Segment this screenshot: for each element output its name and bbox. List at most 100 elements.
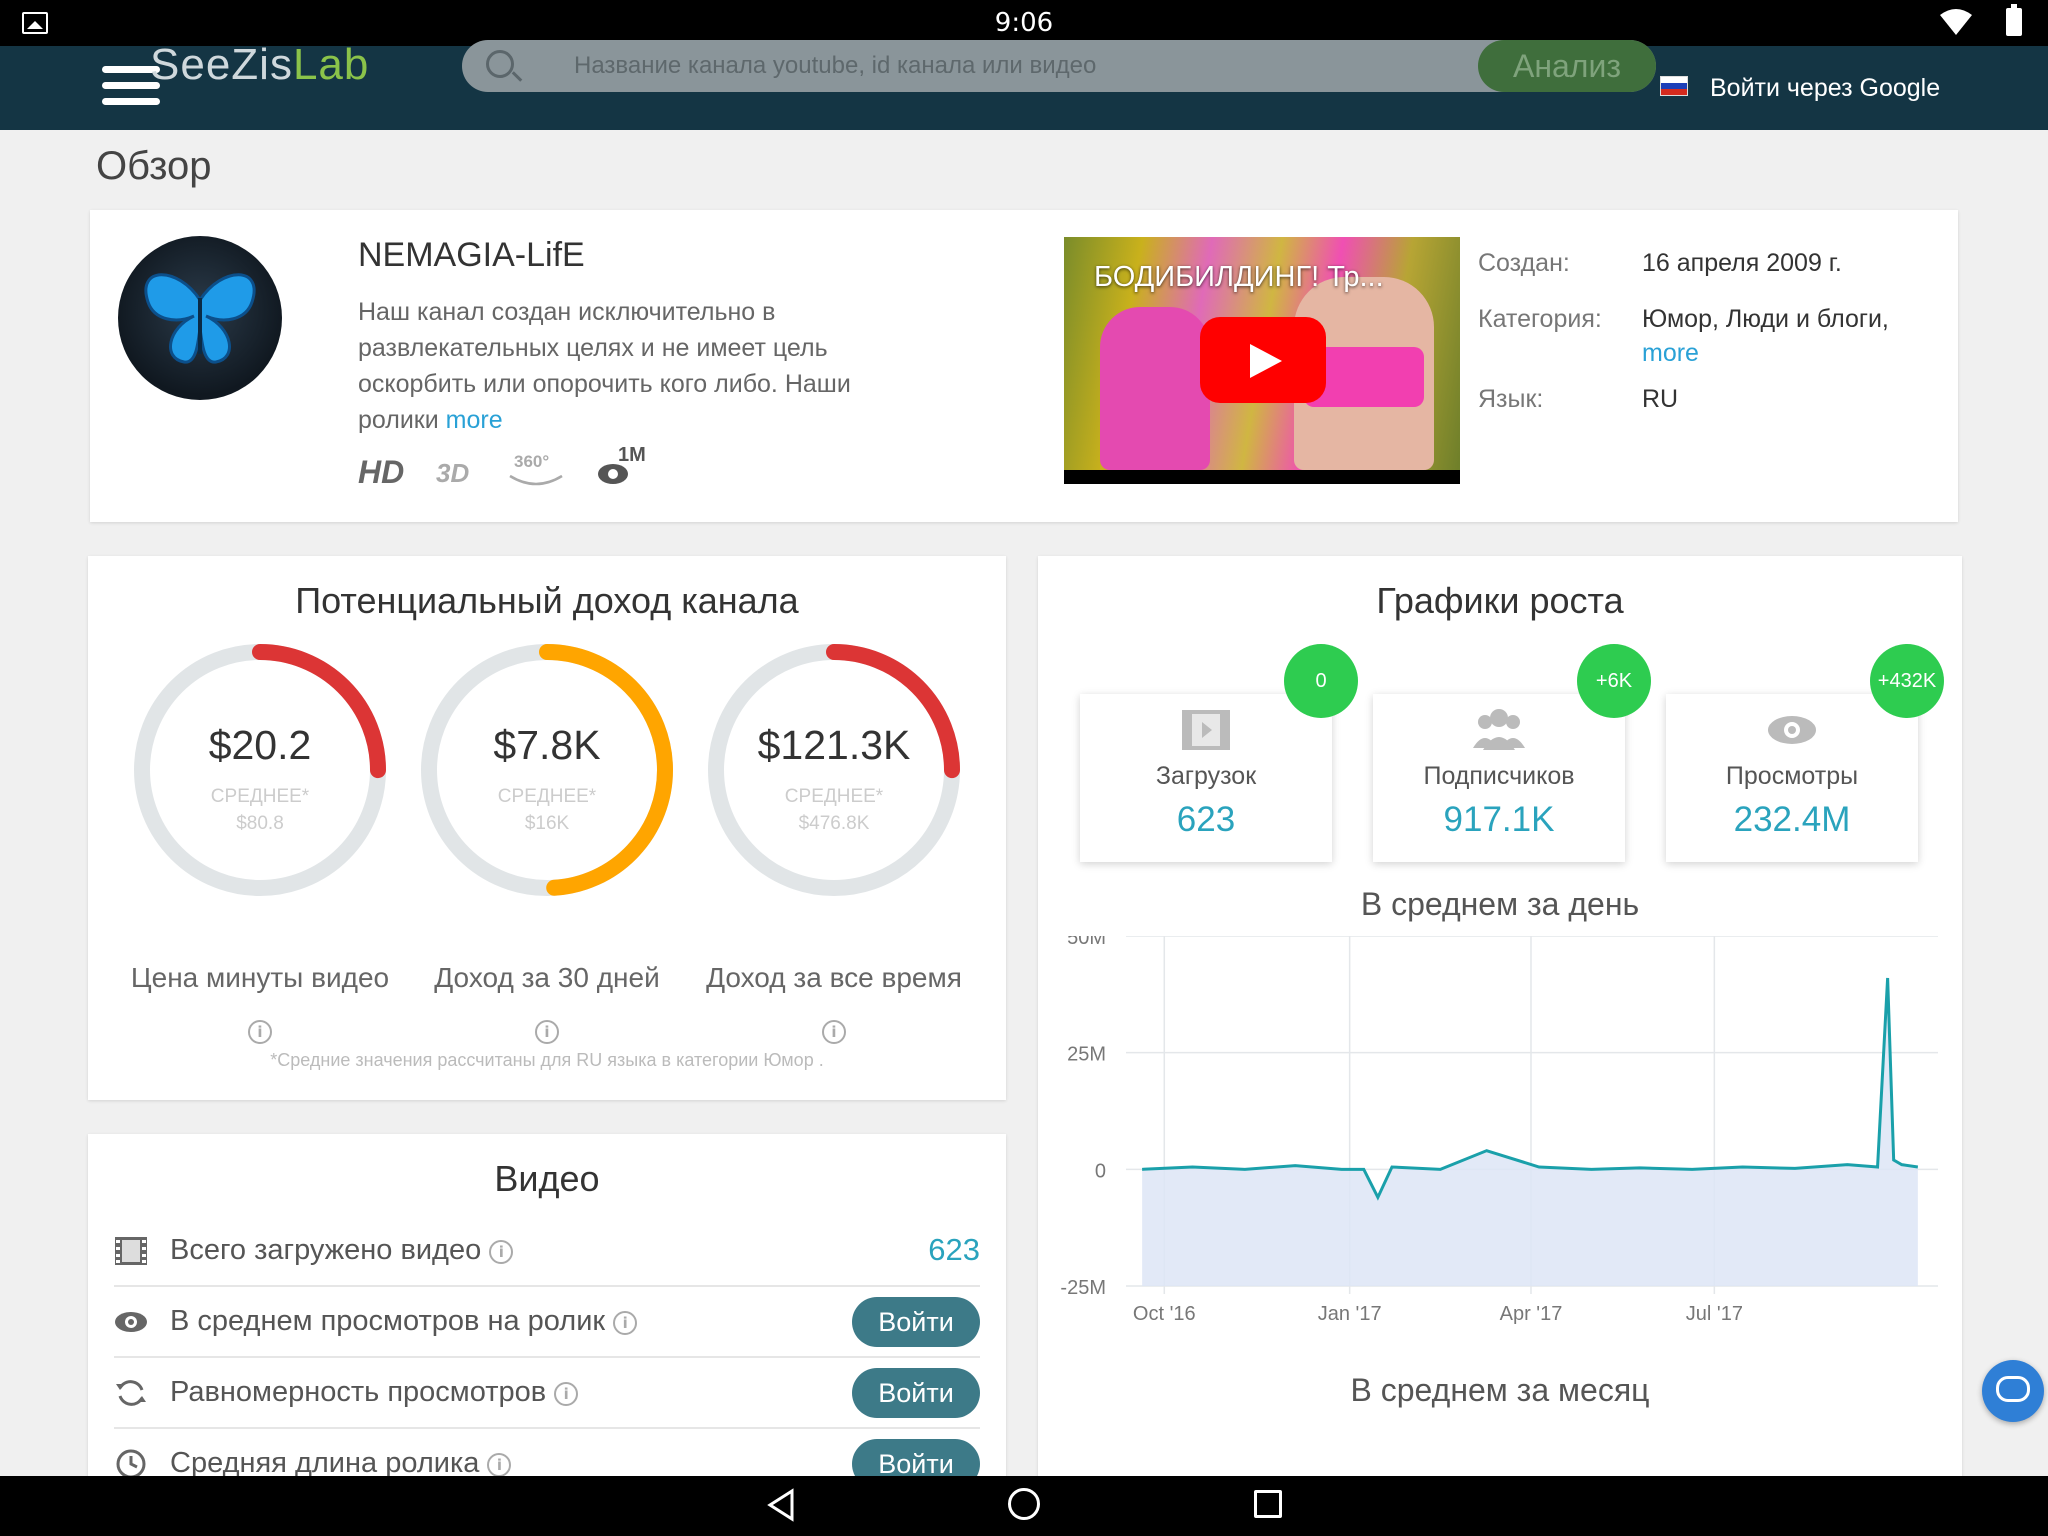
stat-badge: +432K: [1870, 644, 1944, 718]
hd-icon: HD: [358, 454, 405, 490]
growth-card: Графики роста Загрузок 623 0 Подписчиков…: [1038, 556, 1962, 1536]
row-label: Равномерность просмотров i: [170, 1376, 579, 1409]
info-icon[interactable]: i: [489, 1240, 514, 1264]
total-videos-value: 623: [928, 1232, 980, 1267]
home-icon[interactable]: [1008, 1488, 1040, 1520]
y-tick-label: 0: [1095, 1160, 1106, 1182]
login-button[interactable]: Войти: [852, 1297, 980, 1347]
info-icon[interactable]: i: [822, 1020, 846, 1044]
film-icon: [1182, 710, 1230, 750]
chat-bubble-icon: [1996, 1376, 2030, 1402]
play-button-icon[interactable]: [1200, 317, 1326, 403]
info-icon[interactable]: i: [487, 1453, 512, 1477]
gauge-caption: Доход за все время i: [704, 952, 964, 1056]
row-label: Всего загружено видео i: [170, 1234, 514, 1267]
gauge-average: $80.8: [236, 813, 284, 834]
app-header: SeeZisLab Анализ Войти через Google: [0, 40, 2048, 130]
360-icon: 360°: [514, 452, 550, 471]
channel-description: Наш канал создан исключительно в развлек…: [358, 294, 918, 438]
gauge-caption: Доход за 30 дней i: [417, 952, 677, 1056]
analyze-button[interactable]: Анализ: [1478, 40, 1656, 92]
y-tick-label: -25M: [1060, 1277, 1106, 1299]
gauge-label: СРЕДНЕЕ*: [210, 786, 310, 807]
gauge-value: $7.8K: [493, 722, 601, 768]
search-input[interactable]: [574, 48, 1434, 84]
description-more-link[interactable]: more: [446, 406, 503, 434]
battery-icon: [2006, 4, 2022, 36]
recent-apps-icon[interactable]: [1254, 1490, 1282, 1518]
search-icon: [486, 50, 514, 78]
stat-badge: +6K: [1577, 644, 1651, 718]
gauge-ring: [421, 644, 673, 896]
360-arc-icon: [509, 474, 563, 486]
back-icon[interactable]: [766, 1488, 796, 1522]
x-tick-label: Apr '17: [1500, 1303, 1563, 1325]
eye-icon: [1768, 716, 1816, 744]
category-more-link[interactable]: more: [1642, 339, 1699, 367]
search-bar: Анализ: [462, 40, 1656, 92]
refresh-icon: [116, 1380, 146, 1406]
income-footnote: *Средние значения рассчитаны для RU язык…: [270, 1050, 824, 1070]
clock-icon: [116, 1449, 146, 1479]
3d-icon: 3D: [436, 458, 470, 488]
russian-flag-icon[interactable]: [1660, 76, 1688, 96]
stat-uploads: Загрузок 623 0: [1080, 644, 1358, 862]
list-item: Равномерность просмотров i Войти: [114, 1358, 980, 1429]
daily-views-chart: 50M 25M 0 -25M Oct '16 Jan '17 Apr '17 Jul '17: [1060, 936, 1938, 1325]
stat-value: 623: [1176, 800, 1236, 839]
growth-title: Графики роста: [1376, 580, 1624, 621]
x-tick-label: Jul '17: [1686, 1303, 1743, 1325]
row-label: В среднем просмотров на ролик i: [170, 1305, 638, 1338]
videos-title: Видео: [494, 1158, 600, 1199]
gauge-value: $20.2: [208, 722, 312, 768]
google-login-link[interactable]: Войти через Google: [1710, 74, 1940, 103]
info-icon[interactable]: i: [613, 1311, 638, 1335]
chat-button[interactable]: [1982, 1360, 2044, 1422]
income-card: Потенциальный доход канала $20.2 СРЕДНЕЕ…: [88, 556, 1006, 1100]
info-icon[interactable]: i: [248, 1020, 272, 1044]
video-title: БОДИБИЛДИНГ! Тр...: [1094, 261, 1384, 293]
stat-value: 917.1K: [1443, 800, 1555, 839]
x-tick-label: Jan '17: [1318, 1303, 1382, 1325]
channel-description-text: Наш канал создан исключительно в развлек…: [358, 298, 851, 434]
gauge-total-income: $121.3K СРЕДНЕЕ* $476.8K: [704, 640, 964, 900]
info-icon[interactable]: i: [554, 1382, 579, 1406]
status-time: 9:06: [994, 8, 1054, 38]
gauge-ring: [708, 644, 960, 896]
system-nav-bar: [0, 1476, 2048, 1536]
monthly-chart-title: В среднем за месяц: [1350, 1372, 1650, 1408]
stat-value: 232.4M: [1733, 800, 1851, 839]
page-title: Обзор: [96, 144, 212, 188]
x-tick-label: Oct '16: [1133, 1303, 1196, 1325]
stat-subscribers: Подписчиков 917.1K +6K: [1373, 644, 1651, 862]
gauge-30-day-income: $7.8K СРЕДНЕЕ* $16K: [417, 640, 677, 900]
stat-badge: 0: [1284, 644, 1358, 718]
logo[interactable]: SeeZisLab: [150, 40, 369, 90]
film-icon: [115, 1237, 147, 1265]
eye-icon: [115, 1312, 147, 1332]
list-item: Всего загружено видео i 623: [114, 1216, 980, 1287]
channel-overview-card: NEMAGIA-LifE Наш канал создан исключител…: [90, 210, 1958, 522]
login-button[interactable]: Войти: [852, 1368, 980, 1418]
stat-name: Просмотры: [1725, 762, 1859, 790]
channel-name: NEMAGIA-LifE: [358, 236, 585, 274]
series-area: [1142, 978, 1918, 1286]
gauge-minute-price: $20.2 СРЕДНЕЕ* $80.8: [130, 640, 390, 900]
wifi-icon: [1940, 9, 1972, 35]
butterfly-icon: [144, 273, 256, 364]
info-icon[interactable]: i: [535, 1020, 559, 1044]
y-tick-label: 50M: [1067, 936, 1106, 949]
stat-name: Загрузок: [1155, 762, 1257, 790]
gauge-label: СРЕДНЕЕ*: [497, 786, 597, 807]
video-thumbnail[interactable]: БОДИБИЛДИНГ! Тр...: [1064, 237, 1460, 484]
stat-views: Просмотры 232.4M +432K: [1666, 644, 1944, 862]
users-icon: [1473, 709, 1525, 750]
gauge-value: $121.3K: [757, 722, 911, 768]
stat-name: Подписчиков: [1423, 762, 1575, 790]
gauge-label: СРЕДНЕЕ*: [784, 786, 884, 807]
y-tick-label: 25M: [1067, 1044, 1106, 1066]
1m-views-label: 1M: [618, 444, 646, 466]
income-title: Потенциальный доход канала: [295, 580, 799, 621]
channel-avatar[interactable]: [118, 236, 282, 400]
daily-chart-title: В среднем за день: [1360, 886, 1640, 922]
